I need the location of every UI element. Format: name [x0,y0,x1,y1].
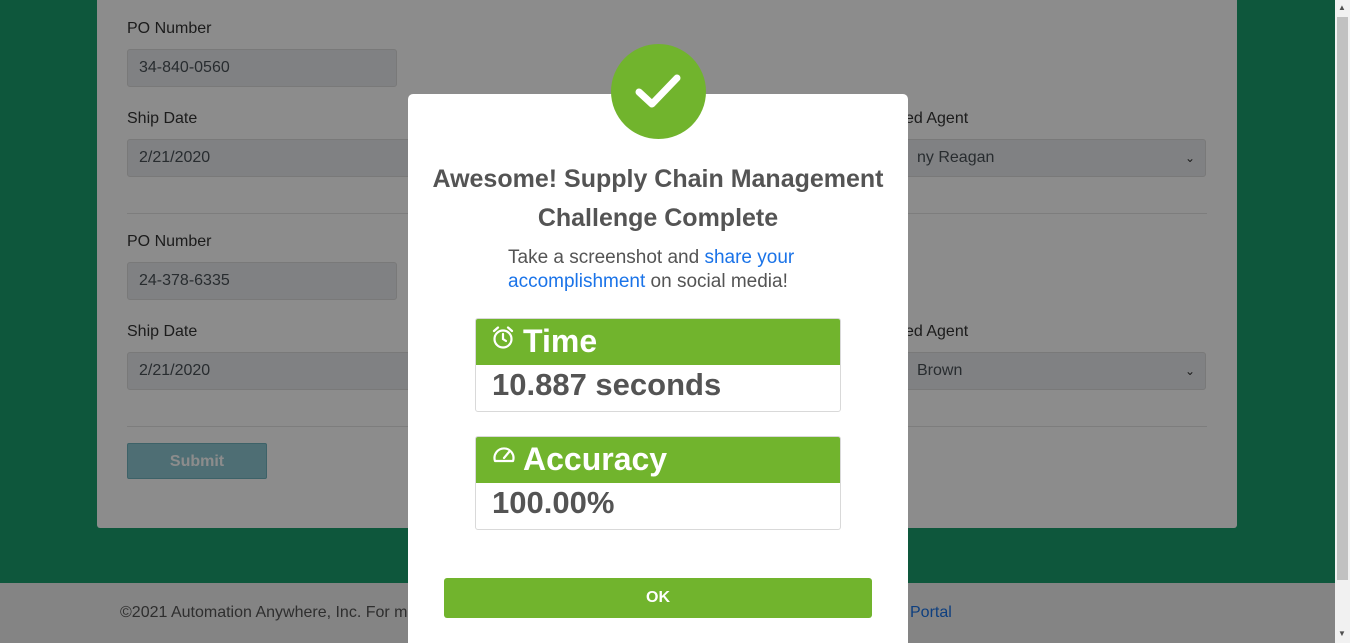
gauge-icon [492,444,516,471]
page-scrollbar[interactable]: ▲ ▼ [1335,0,1350,643]
modal-title: Awesome! Supply Chain Management Challen… [432,165,884,232]
scroll-down-arrow-icon[interactable]: ▼ [1338,629,1346,638]
scrollbar-thumb[interactable] [1337,17,1348,580]
checkmark-icon [611,44,706,139]
subtitle-text-post: on social media! [645,271,788,292]
time-stat-header: Time [476,319,840,365]
completion-modal: Awesome! Supply Chain Management Challen… [408,94,908,643]
time-stat-value: 10.887 seconds [492,367,722,402]
accuracy-stat-value: 100.00% [492,485,615,520]
scroll-up-arrow-icon[interactable]: ▲ [1338,3,1346,12]
accuracy-stat-label: Accuracy [523,441,668,477]
alarm-clock-icon [492,326,514,355]
accuracy-stat-box: Accuracy 100.00% [475,436,841,530]
subtitle-text-pre: Take a screenshot and [508,247,705,268]
accuracy-stat-header: Accuracy [476,437,840,483]
ok-button[interactable]: OK [444,578,872,618]
time-stat-box: Time 10.887 seconds [475,318,841,412]
modal-subtitle: Take a screenshot and share your accompl… [508,246,828,294]
time-stat-label: Time [523,323,598,359]
